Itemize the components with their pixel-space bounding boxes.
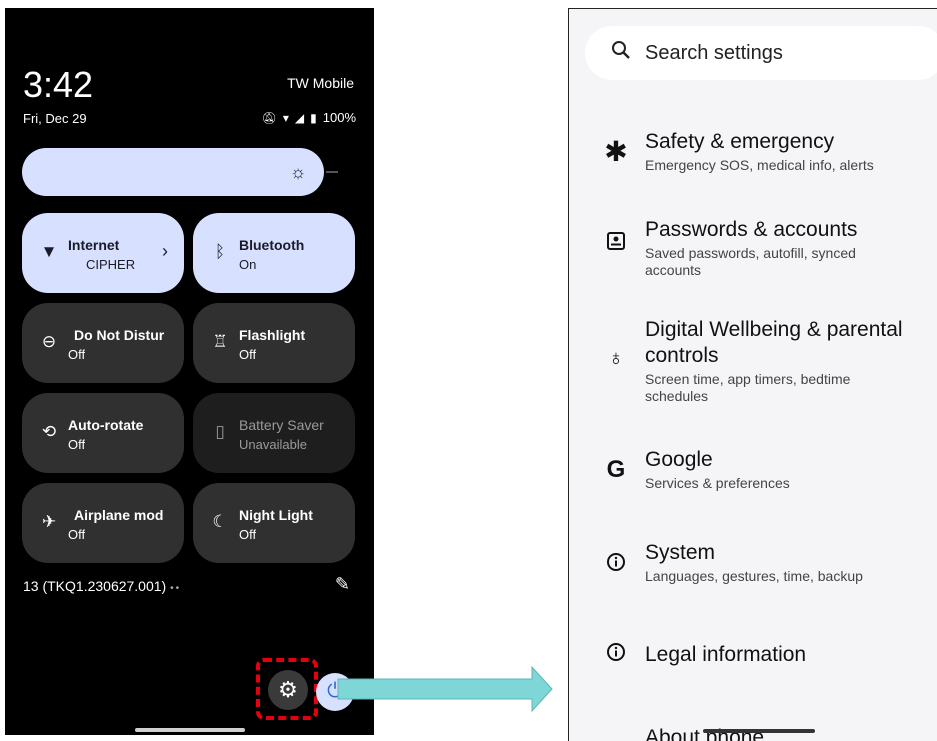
bluetooth-icon: ᛒ	[214, 242, 226, 261]
settings-screen: Search settings ✱ Safety & emergency Eme…	[568, 8, 937, 741]
tile-subtitle: CIPHER	[86, 257, 136, 272]
search-icon	[611, 40, 631, 66]
item-title: Legal information	[645, 643, 807, 666]
rotate-icon: ⟲	[41, 422, 57, 441]
gesture-nav-bar[interactable]	[703, 729, 815, 733]
tile-subtitle: Off	[239, 527, 257, 542]
tile-title: Do Not Distur	[74, 327, 165, 343]
tile-title: Night Light	[239, 507, 313, 523]
gesture-nav-bar[interactable]	[135, 728, 245, 732]
battery-icon: ▮	[310, 110, 317, 125]
alarm-off-icon: 🔕︎	[261, 110, 277, 125]
tile-title: Battery Saver	[239, 417, 324, 433]
quick-settings-panel: 3:42 TW Mobile Fri, Dec 29 🔕︎ ▾ ◢ ▮ 100%…	[5, 8, 374, 735]
tile-title: Airplane mod	[74, 507, 164, 523]
tile-subtitle: Off	[68, 527, 86, 542]
chevron-right-icon: ›	[162, 241, 168, 261]
brightness-icon: ☼	[289, 162, 307, 182]
item-title: Google	[645, 448, 713, 471]
tile-subtitle: Unavailable	[239, 437, 307, 452]
item-title: Safety & emergency	[645, 130, 835, 153]
airplane-icon: ✈	[41, 512, 57, 531]
tile-title: Bluetooth	[239, 237, 305, 253]
tile-title: Auto-rotate	[68, 417, 144, 433]
info-icon	[603, 642, 629, 668]
wifi-icon: ▼	[40, 242, 58, 261]
brightness-track	[326, 171, 338, 173]
item-subtitle: Services & preferences	[645, 475, 790, 491]
flashlight-icon: ♖	[212, 332, 228, 351]
item-title: Passwords & accounts	[645, 218, 858, 241]
account-box-icon	[603, 231, 629, 257]
tile-flashlight[interactable]: ♖ Flashlight Off	[193, 303, 355, 383]
search-placeholder: Search settings	[645, 42, 783, 64]
tile-subtitle: On	[239, 257, 257, 272]
info-icon	[603, 552, 629, 578]
arrow-icon	[337, 665, 553, 713]
google-icon: G	[606, 456, 626, 483]
search-bar[interactable]: Search settings	[585, 26, 937, 80]
tile-title: Flashlight	[239, 327, 306, 343]
settings-gear-icon[interactable]: ⚙	[268, 670, 308, 710]
tile-airplane-mode[interactable]: ✈ Airplane mod Off	[22, 483, 184, 563]
status-icons: 🔕︎ ▾ ◢ ▮ 100%	[262, 110, 356, 125]
wifi-icon: ▾	[282, 110, 289, 125]
page-indicator: ••	[170, 583, 182, 594]
tile-internet[interactable]: ▼ Internet CIPHER ›	[22, 213, 184, 293]
carrier-label: TW Mobile	[287, 75, 354, 91]
tile-bluetooth[interactable]: ᛒ Bluetooth On	[193, 213, 355, 293]
wellbeing-icon: ♁	[607, 345, 625, 370]
item-title: System	[645, 541, 716, 564]
brightness-slider[interactable]: ☼	[22, 148, 324, 196]
tile-do-not-disturb[interactable]: ⊖ Do Not Distur Off	[22, 303, 184, 383]
edit-pencil-icon[interactable]: ✎	[335, 574, 350, 595]
tile-subtitle: Off	[239, 347, 257, 362]
clock: 3:42	[23, 64, 94, 105]
item-title: Digital Wellbeing & parental controls	[645, 318, 903, 367]
tile-night-light[interactable]: ☾ Night Light Off	[193, 483, 355, 563]
item-title: About phone	[645, 726, 765, 741]
tile-battery-saver[interactable]: ▯ Battery Saver Unavailable	[193, 393, 355, 473]
tile-auto-rotate[interactable]: ⟲ Auto-rotate Off	[22, 393, 184, 473]
item-subtitle: Saved passwords, autofill, synced accoun…	[645, 245, 856, 278]
item-subtitle: Languages, gestures, time, backup	[645, 568, 863, 584]
tile-title: Internet	[68, 237, 120, 253]
tile-subtitle: Off	[68, 437, 86, 452]
build-number-text: 13 (TKQ1.230627.001)	[23, 578, 167, 594]
moon-icon: ☾	[212, 512, 228, 531]
do-not-disturb-icon: ⊖	[41, 332, 57, 351]
build-number: 13 (TKQ1.230627.001) ••	[23, 578, 181, 594]
tile-subtitle: Off	[68, 347, 86, 362]
item-subtitle: Emergency SOS, medical info, alerts	[645, 157, 874, 173]
item-subtitle: Screen time, app timers, bedtime schedul…	[645, 371, 851, 404]
battery-percent: 100%	[322, 110, 356, 125]
asterisk-icon: ✱	[604, 136, 628, 167]
signal-icon: ◢	[294, 110, 305, 125]
date-label: Fri, Dec 29	[23, 111, 87, 126]
battery-saver-icon: ▯	[215, 422, 225, 441]
